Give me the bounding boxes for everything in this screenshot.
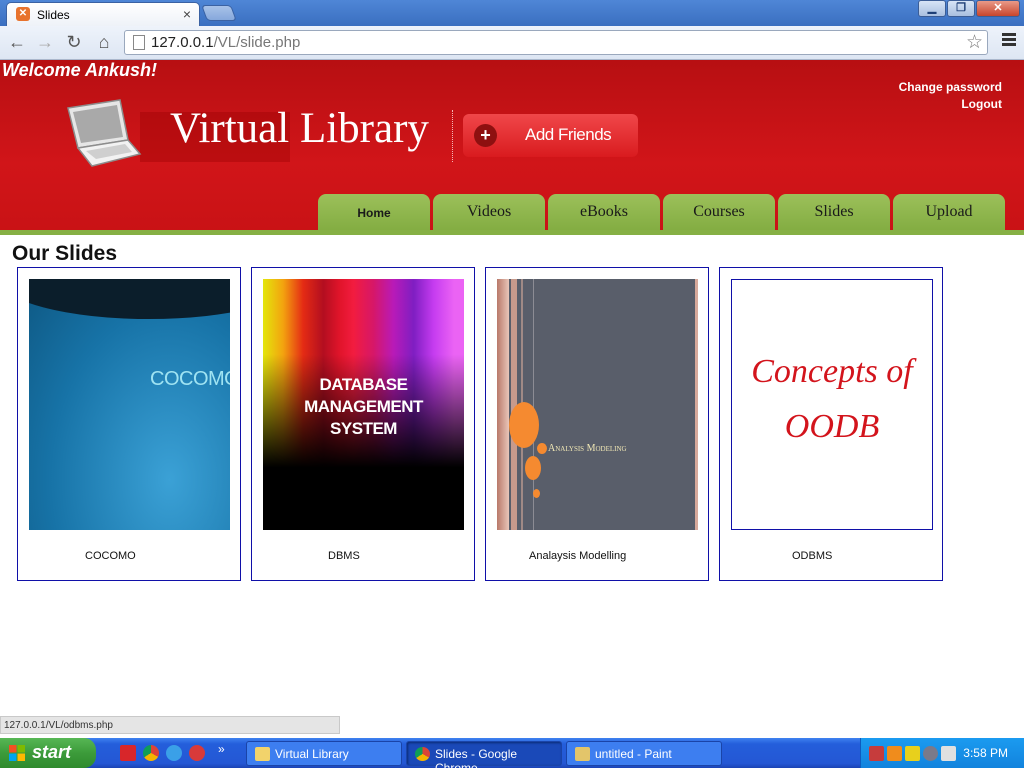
- chrome-icon[interactable]: [143, 745, 159, 761]
- url-host: 127.0.0.1: [151, 34, 214, 51]
- new-tab-button[interactable]: [201, 5, 237, 21]
- close-window-button[interactable]: ✕: [976, 0, 1020, 17]
- nav-tab-courses[interactable]: Courses: [663, 194, 775, 232]
- chrome-icon: [415, 747, 430, 761]
- change-password-link[interactable]: Change password: [899, 79, 1002, 96]
- url-path: /VL/slide.php: [213, 34, 301, 51]
- thumbnail-stripe: [497, 279, 509, 530]
- thumbnail-text-line1: Concepts of: [751, 353, 913, 390]
- clock: 3:58 PM: [963, 746, 1008, 760]
- site-header: Welcome Ankush! Change password Logout V…: [0, 60, 1024, 232]
- address-bar[interactable]: 127.0.0.1/VL/slide.php ☆: [124, 30, 988, 55]
- back-icon[interactable]: ←: [6, 32, 28, 53]
- minimize-button[interactable]: ▁: [918, 0, 946, 17]
- reload-icon[interactable]: ↻: [63, 32, 85, 53]
- nav-tab-slides[interactable]: Slides: [778, 194, 890, 232]
- task-chrome[interactable]: Slides - Google Chrome: [406, 741, 562, 775]
- nav-underline: [0, 230, 1024, 235]
- slide-card-analysis[interactable]: Analysis Modeling Analaysis Modelling: [485, 267, 709, 581]
- add-friends-label: Add Friends: [525, 125, 612, 144]
- menu-icon[interactable]: [1002, 33, 1016, 48]
- tray-icon[interactable]: [923, 746, 938, 761]
- add-friends-button[interactable]: + Add Friends: [463, 114, 638, 157]
- system-tray: 3:58 PM: [860, 738, 1024, 768]
- thumbnail-text-line2: OODB: [784, 408, 880, 445]
- start-label: start: [32, 742, 72, 762]
- task-label: Slides - Google Chrome: [435, 747, 518, 775]
- thumbnail-circle: [525, 456, 541, 480]
- slide-card-cocomo[interactable]: COCOMO COCOMO: [17, 267, 241, 581]
- slide-label[interactable]: Analaysis Modelling: [529, 550, 626, 562]
- browser-toolbar: ← → ↻ ⌂ 127.0.0.1/VL/slide.php ☆: [0, 26, 1024, 60]
- page-icon: [133, 35, 145, 50]
- logout-link[interactable]: Logout: [899, 96, 1002, 113]
- browser-tab[interactable]: ✕ Slides ×: [6, 2, 200, 26]
- start-button[interactable]: start: [0, 738, 96, 768]
- maximize-button[interactable]: ❐: [947, 0, 975, 17]
- thumbnail-circle: [533, 489, 540, 498]
- account-links: Change password Logout: [899, 79, 1002, 113]
- nav-tab-home[interactable]: Home: [318, 194, 430, 232]
- slide-card-odbms[interactable]: Concepts of OODB ODBMS: [719, 267, 943, 581]
- slide-thumbnail[interactable]: DATABASE MANAGEMENT SYSTEM: [263, 279, 464, 530]
- windows-flag-icon: [9, 745, 25, 761]
- thumbnail-text: DATABASE MANAGEMENT SYSTEM: [263, 374, 464, 440]
- task-paint[interactable]: untitled - Paint: [566, 741, 722, 766]
- thumbnail-text-line1: DATABASE MANAGEMENT: [304, 375, 423, 416]
- volume-icon[interactable]: [941, 746, 956, 761]
- thumbnail-text-line2: SYSTEM: [330, 419, 397, 438]
- plus-icon: +: [474, 124, 497, 147]
- slide-card-dbms[interactable]: DATABASE MANAGEMENT SYSTEM DBMS: [251, 267, 475, 581]
- thumbnail-text: Analysis Modeling: [548, 443, 627, 454]
- slide-label[interactable]: COCOMO: [85, 550, 136, 562]
- thumbnail-stripe: [695, 279, 698, 530]
- tray-icon[interactable]: [887, 746, 902, 761]
- home-icon[interactable]: ⌂: [93, 32, 115, 53]
- thumbnail-text: Concepts of OODB: [732, 344, 932, 454]
- paint-icon: [575, 747, 590, 761]
- welcome-text: Welcome Ankush!: [2, 60, 158, 80]
- slide-thumbnail[interactable]: COCOMO: [29, 279, 230, 530]
- thumbnail-wave: [29, 279, 230, 319]
- site-title: Virtual Library: [170, 105, 429, 152]
- forward-icon[interactable]: →: [34, 32, 56, 53]
- thumbnail-text: COCOMO: [150, 368, 230, 390]
- status-url-bubble: 127.0.0.1/VL/odbms.php: [0, 716, 340, 734]
- quicklaunch-expand-icon[interactable]: »: [218, 742, 225, 756]
- laptop-icon: [67, 99, 142, 167]
- tray-icon[interactable]: [905, 746, 920, 761]
- folder-icon: [255, 747, 270, 761]
- tab-close-icon[interactable]: ×: [183, 6, 191, 22]
- page-title: Our Slides: [12, 242, 118, 265]
- slide-thumbnail[interactable]: Analysis Modeling: [497, 279, 698, 530]
- nav-tab-videos[interactable]: Videos: [433, 194, 545, 232]
- task-virtual-library[interactable]: Virtual Library: [246, 741, 402, 766]
- slide-label[interactable]: DBMS: [328, 550, 360, 562]
- internet-explorer-icon[interactable]: [166, 745, 182, 761]
- header-divider: [452, 110, 453, 162]
- thumbnail-circle: [509, 402, 539, 448]
- task-label: untitled - Paint: [595, 747, 672, 761]
- quicklaunch-app-icon[interactable]: [120, 745, 136, 761]
- task-label: Virtual Library: [275, 747, 349, 761]
- tray-icon[interactable]: [869, 746, 884, 761]
- xampp-favicon-icon: ✕: [16, 7, 30, 21]
- nav-tab-upload[interactable]: Upload: [893, 194, 1005, 232]
- tab-title: Slides: [37, 8, 70, 22]
- window-controls: ▁ ❐ ✕: [918, 0, 1020, 18]
- thumbnail-circle: [537, 443, 547, 454]
- browser-titlebar: ✕ Slides × ▁ ❐ ✕: [0, 0, 1024, 26]
- url-text[interactable]: 127.0.0.1/VL/slide.php: [151, 34, 300, 51]
- slide-thumbnail[interactable]: Concepts of OODB: [731, 279, 933, 530]
- taskbar: start » Virtual Library Slides - Google …: [0, 738, 1024, 775]
- bookmark-star-icon[interactable]: ☆: [966, 31, 983, 54]
- slide-label[interactable]: ODBMS: [792, 550, 832, 562]
- nav-tab-ebooks[interactable]: eBooks: [548, 194, 660, 232]
- quicklaunch-app-icon[interactable]: [189, 745, 205, 761]
